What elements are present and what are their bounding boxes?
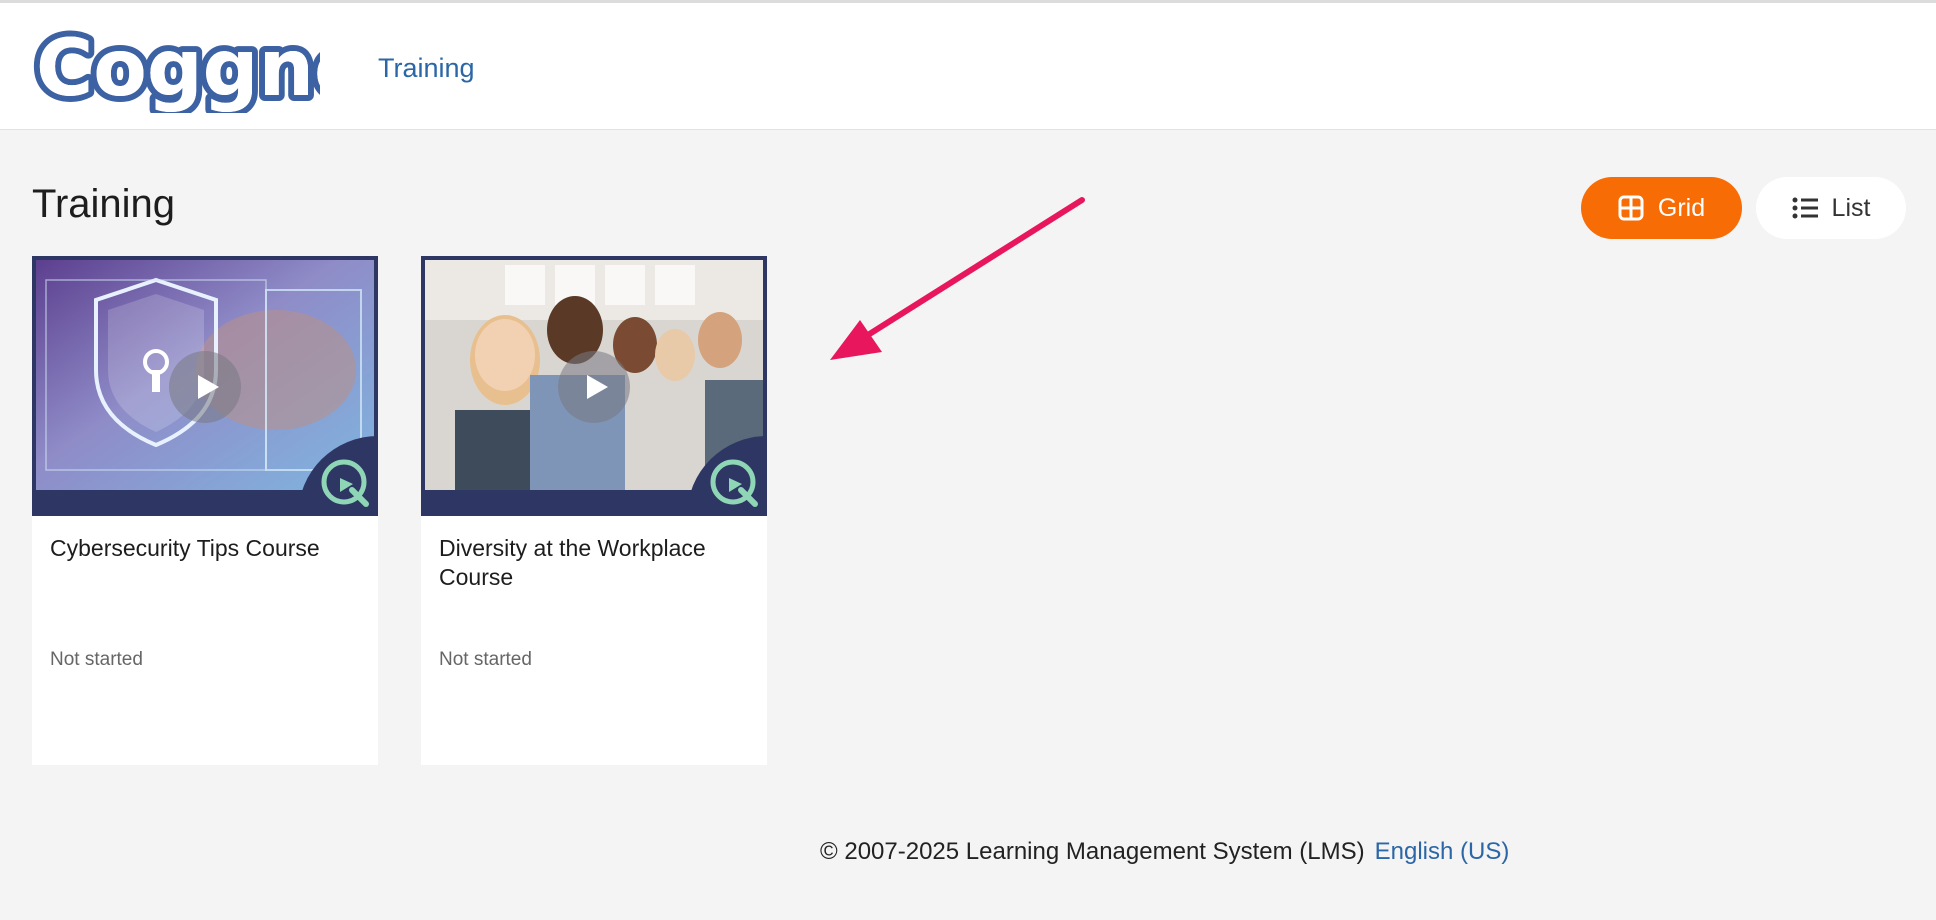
page-title: Training xyxy=(32,182,176,226)
course-status: Not started xyxy=(439,649,532,670)
course-status: Not started xyxy=(50,649,143,670)
course-title[interactable]: Cybersecurity Tips Course xyxy=(50,534,362,563)
play-button[interactable] xyxy=(169,351,241,423)
play-icon xyxy=(587,375,608,399)
coggno-logo[interactable]: Coggno Coggno xyxy=(30,23,320,113)
course-thumbnail[interactable] xyxy=(421,256,767,516)
search-q-icon xyxy=(321,459,369,507)
language-link[interactable]: English (US) xyxy=(1375,838,1510,866)
course-badge xyxy=(298,436,378,516)
grid-view-button[interactable]: Grid xyxy=(1581,177,1742,239)
list-view-button[interactable]: List xyxy=(1756,177,1906,239)
search-q-icon xyxy=(710,459,758,507)
annotation-arrow-icon xyxy=(830,197,1085,360)
grid-icon xyxy=(1618,195,1644,221)
course-title[interactable]: Diversity at the Workplace Course xyxy=(439,534,751,592)
site-header: Coggno Coggno Training xyxy=(0,3,1936,130)
play-button[interactable] xyxy=(558,351,630,423)
course-card[interactable]: Diversity at the Workplace Course Not st… xyxy=(421,256,767,765)
footer: © 2007-2025 Learning Management System (… xyxy=(820,838,1509,866)
play-icon xyxy=(198,375,219,399)
course-card[interactable]: Cybersecurity Tips Course Not started xyxy=(32,256,378,765)
course-thumbnail[interactable] xyxy=(32,256,378,516)
grid-view-label: Grid xyxy=(1657,193,1706,222)
course-badge xyxy=(687,436,767,516)
list-icon xyxy=(1792,197,1818,219)
svg-text:Coggno: Coggno xyxy=(36,24,320,113)
nav-training-link[interactable]: Training xyxy=(378,53,475,84)
footer-copyright: © 2007-2025 Learning Management System (… xyxy=(820,838,1365,865)
list-view-label: List xyxy=(1831,193,1871,222)
